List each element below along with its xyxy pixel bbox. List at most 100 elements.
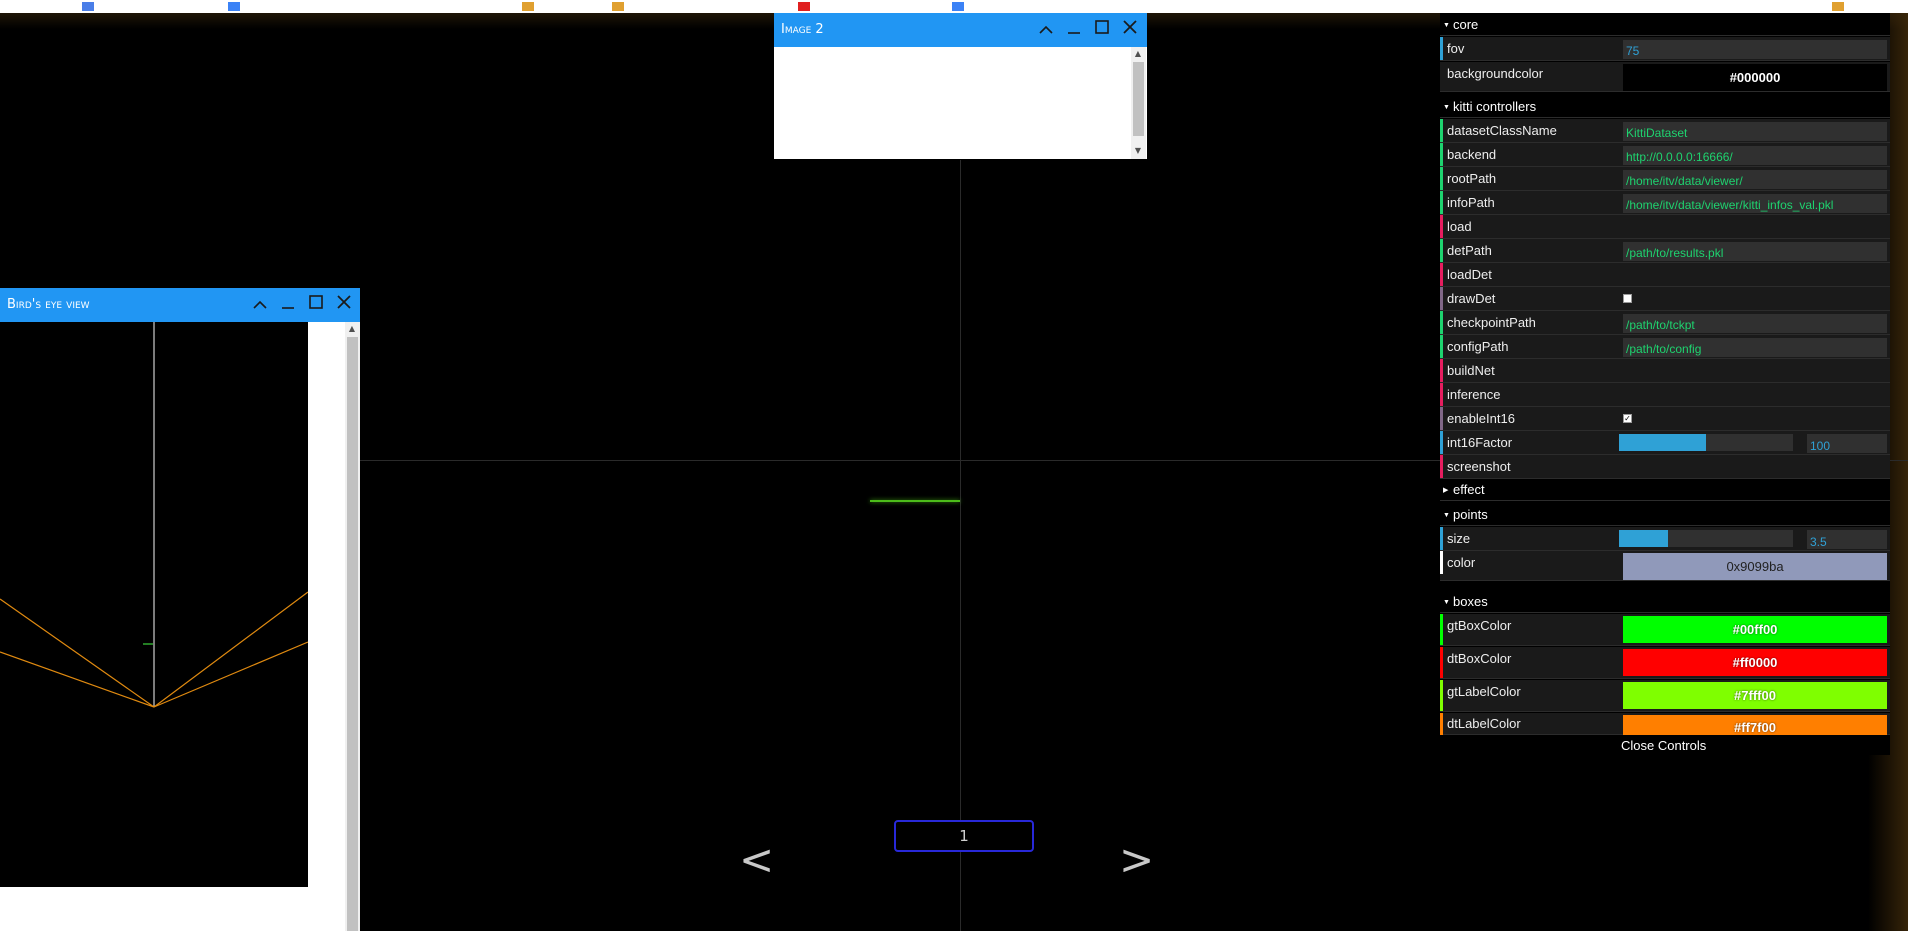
configPath-input[interactable]: /path/to/config [1623,338,1887,357]
control-backend[interactable]: backend http://0.0.0.0:16666/ [1440,143,1890,167]
type-bar [1440,551,1443,574]
control-dtLabelColor[interactable]: dtLabelColor #ff7f00 [1440,713,1890,735]
folder-points[interactable]: ▼ points [1440,504,1890,526]
control-drawDet[interactable]: drawDet [1440,287,1890,311]
dtBoxColor-swatch[interactable]: #ff0000 [1623,649,1887,676]
scroll-up-icon[interactable]: ▲ [345,323,359,335]
inference-button[interactable]: inference [1440,383,1890,407]
int16Factor-slider[interactable] [1619,434,1793,451]
bookmark-icon[interactable] [612,2,624,11]
infoPath-input[interactable]: /home/itv/data/viewer/kitti_infos_val.pk… [1623,194,1887,213]
control-detPath[interactable]: detPath /path/to/results.pkl [1440,239,1890,263]
control-enableInt16[interactable]: enableInt16 ✓ [1440,407,1890,431]
detPath-input[interactable]: /path/to/results.pkl [1623,242,1887,261]
scroll-down-icon[interactable]: ▼ [1131,145,1145,157]
bookmark-icon[interactable] [82,2,94,11]
prev-frame-button[interactable]: < [739,838,774,882]
maximize-icon[interactable] [1091,19,1113,41]
enableInt16-checkbox[interactable]: ✓ [1623,414,1632,423]
dtLabelColor-swatch[interactable]: #ff7f00 [1623,715,1887,735]
gtBoxColor-swatch[interactable]: #00ff00 [1623,616,1887,643]
control-size[interactable]: size 3.5 [1440,527,1890,551]
control-label: load [1447,219,1472,234]
scroll-up-icon[interactable]: ▲ [1131,48,1145,60]
buildNet-button[interactable]: buildNet [1440,359,1890,383]
control-gtBoxColor[interactable]: gtBoxColor #00ff00 [1440,614,1890,646]
window-titlebar[interactable]: Bird's eye view [0,288,360,322]
type-bar [1440,311,1443,334]
size-slider[interactable] [1619,530,1793,547]
type-bar [1440,680,1443,711]
bookmark-icon[interactable] [1832,2,1844,11]
loadDet-button[interactable]: loadDet [1440,263,1890,287]
folder-core[interactable]: ▼ core [1440,14,1890,36]
collapse-icon[interactable] [249,294,271,316]
folder-boxes[interactable]: ▼ boxes [1440,591,1890,613]
control-label: loadDet [1447,267,1492,282]
image2-scrollbar[interactable]: ▲ ▼ [1131,47,1146,159]
minimize-icon[interactable] [1063,19,1085,41]
close-icon[interactable] [333,294,355,316]
control-points-color[interactable]: color 0x9099ba [1440,551,1890,581]
controls-panel[interactable]: ▼ core fov 75 backgroundcolor #000000 ▼ ki… [1440,13,1890,755]
drawDet-checkbox[interactable] [1623,294,1632,303]
screenshot-button[interactable]: screenshot [1440,455,1890,479]
type-bar [1440,527,1443,550]
folder-effect[interactable]: ▶ effect [1440,479,1890,501]
control-checkpointPath[interactable]: checkpointPath /path/to/tckpt [1440,311,1890,335]
minimize-icon[interactable] [277,294,299,316]
control-dtBoxColor[interactable]: dtBoxColor #ff0000 [1440,647,1890,679]
close-icon[interactable] [1119,19,1141,41]
control-label: rootPath [1447,171,1497,186]
backgroundcolor-swatch[interactable]: #000000 [1623,64,1887,91]
bev-scrollbar[interactable]: ▲ [345,322,360,931]
folder-kitti-controllers[interactable]: ▼ kitti controllers [1440,96,1890,118]
scroll-thumb[interactable] [1133,62,1144,136]
type-bar [1440,647,1443,678]
bev-canvas[interactable] [0,322,308,887]
close-controls-button[interactable]: Close Controls [1621,738,1706,753]
bev-window[interactable]: Bird's eye view ▲ [0,288,360,931]
control-infoPath[interactable]: infoPath /home/itv/data/viewer/kitti_inf… [1440,191,1890,215]
control-label: checkpointPath [1447,315,1536,330]
type-bar [1440,119,1443,142]
type-bar [1440,383,1443,406]
rootPath-input[interactable]: /home/itv/data/viewer/ [1623,170,1887,189]
control-label: gtLabelColor [1447,684,1521,699]
collapse-icon[interactable] [1035,19,1057,41]
bookmark-icon[interactable] [798,2,810,11]
size-input[interactable]: 3.5 [1807,530,1887,549]
type-bar [1440,287,1443,310]
window-title: Bird's eye view [7,297,90,312]
checkpointPath-input[interactable]: /path/to/tckpt [1623,314,1887,333]
type-bar [1440,431,1443,454]
next-frame-button[interactable]: > [1119,838,1154,882]
fov-input[interactable]: 75 [1623,40,1887,59]
control-gtLabelColor[interactable]: gtLabelColor #7fff00 [1440,680,1890,712]
gtLabelColor-swatch[interactable]: #7fff00 [1623,682,1887,709]
int16Factor-input[interactable]: 100 [1807,434,1887,453]
control-label: dtLabelColor [1447,716,1521,731]
load-button[interactable]: load [1440,215,1890,239]
control-fov[interactable]: fov 75 [1440,37,1890,61]
backend-input[interactable]: http://0.0.0.0:16666/ [1623,146,1887,165]
control-datasetClassName[interactable]: datasetClassName KittiDataset [1440,119,1890,143]
control-backgroundcolor[interactable]: backgroundcolor #000000 [1440,62,1890,92]
datasetClassName-input[interactable]: KittiDataset [1623,122,1887,141]
scroll-thumb[interactable] [347,337,358,931]
points-color-swatch[interactable]: 0x9099ba [1623,553,1887,580]
slider-fill [1619,434,1706,451]
type-bar [1440,191,1443,214]
control-rootPath[interactable]: rootPath /home/itv/data/viewer/ [1440,167,1890,191]
frame-index-input[interactable]: 1 [894,820,1034,852]
maximize-icon[interactable] [305,294,327,316]
control-int16Factor[interactable]: int16Factor 100 [1440,431,1890,455]
control-configPath[interactable]: configPath /path/to/config [1440,335,1890,359]
window-titlebar[interactable]: Image 2 [774,13,1147,47]
image2-window[interactable]: Image 2 ▲ ▼ [774,13,1147,159]
bookmark-icon[interactable] [952,2,964,11]
bookmark-icon[interactable] [228,2,240,11]
control-label: gtBoxColor [1447,618,1512,633]
bookmark-icon[interactable] [522,2,534,11]
folder-label: boxes [1453,594,1488,609]
